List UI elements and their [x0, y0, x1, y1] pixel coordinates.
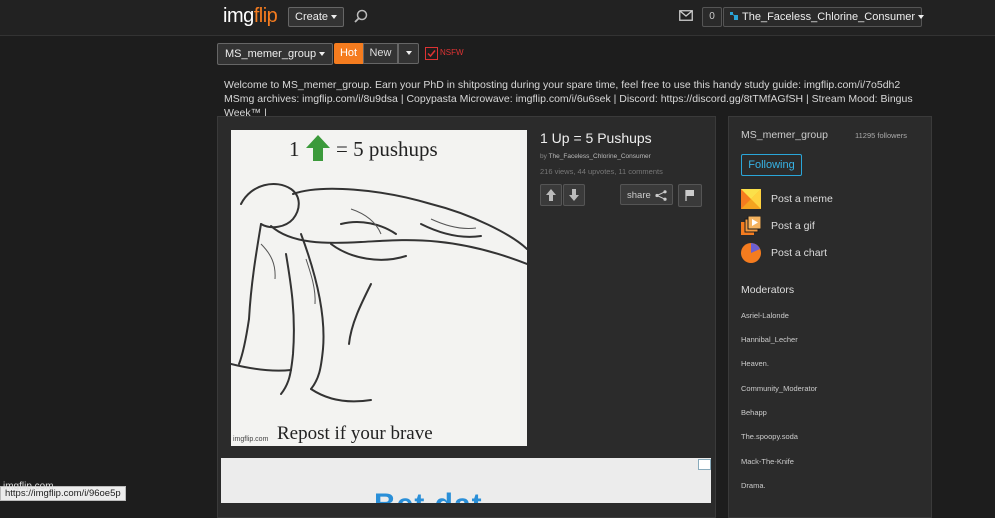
moderator-link[interactable]: Heaven. — [741, 359, 769, 368]
nsfw-checkbox[interactable] — [425, 47, 438, 60]
search-icon[interactable] — [354, 9, 368, 23]
post-author-line: by The_Faceless_Chlorine_Consumer — [540, 153, 651, 160]
moderator-link[interactable]: Community_Moderator — [741, 384, 817, 393]
by-prefix: by — [540, 153, 547, 160]
caret-down-icon — [918, 15, 925, 20]
user-icon — [730, 12, 738, 20]
caret-down-icon — [319, 52, 326, 57]
moderator-link[interactable]: Mack-The-Knife — [741, 457, 794, 466]
stream-select-label: MS_memer_group — [225, 48, 317, 60]
post-meme-label: Post a meme — [771, 193, 833, 205]
stream-description: Welcome to MS_memer_group. Earn your PhD… — [224, 79, 913, 119]
following-button[interactable]: Following — [741, 154, 802, 176]
moderators-heading: Moderators — [741, 284, 795, 296]
downvote-icon — [569, 189, 579, 201]
pushup-drawing — [231, 183, 527, 403]
gif-icon — [741, 216, 761, 235]
create-label: Create — [295, 11, 329, 23]
follower-count: 11295 followers — [855, 131, 907, 140]
logo-main: img — [223, 5, 254, 27]
upvote-button[interactable] — [540, 184, 562, 206]
username: The_Faceless_Chlorine_Consumer — [742, 11, 916, 23]
logo-accent: flip — [253, 5, 278, 27]
chart-icon — [741, 243, 761, 263]
create-button[interactable]: Create — [288, 7, 345, 27]
share-label: share — [627, 190, 651, 201]
upvote-arrow-icon — [305, 135, 330, 161]
moderator-link[interactable]: Asriel-Lalonde — [741, 311, 789, 320]
post-stats: 216 views, 44 upvotes, 11 comments — [540, 167, 663, 176]
notification-count[interactable]: 0 — [702, 7, 722, 27]
downvote-button[interactable] — [563, 184, 585, 206]
caret-down-icon — [405, 50, 412, 55]
moderator-link[interactable]: Drama. — [741, 481, 766, 490]
status-overlay-text: imgflip.com — [3, 481, 54, 492]
user-menu[interactable]: The_Faceless_Chlorine_Consumer — [723, 7, 925, 27]
moderator-link[interactable]: Behapp — [741, 408, 767, 417]
sort-dropdown[interactable] — [398, 43, 419, 64]
moderator-link[interactable]: The.spoopy.soda — [741, 432, 798, 441]
share-icon — [655, 190, 667, 201]
sidebar-stream-name[interactable]: MS_memer_group — [741, 129, 828, 141]
advertisement[interactable]: Bet dat... — [221, 458, 711, 503]
sort-hot-button[interactable]: Hot — [334, 43, 363, 64]
sort-new-button[interactable]: New — [363, 43, 398, 64]
nsfw-label[interactable]: NSFW — [440, 48, 464, 57]
ad-choices-icon[interactable] — [698, 459, 711, 470]
caret-down-icon — [331, 15, 338, 20]
meme-watermark: imgflip.com — [233, 436, 269, 443]
stream-select[interactable]: MS_memer_group — [217, 43, 334, 65]
upvote-icon — [546, 189, 556, 201]
post-author[interactable]: The_Faceless_Chlorine_Consumer — [549, 153, 651, 160]
flag-icon — [685, 190, 694, 201]
moderator-link[interactable]: Hannibal_Lecher — [741, 335, 798, 344]
top-navbar: imgflip Create 0 The_Faceless_Chlorine_C… — [0, 0, 995, 36]
meme-top-suffix: = 5 pushups — [336, 137, 438, 161]
post-gif-label: Post a gif — [771, 220, 815, 232]
ad-text: Bet dat... — [374, 488, 511, 503]
post-title[interactable]: 1 Up = 5 Pushups — [540, 130, 652, 146]
checkmark-icon — [427, 50, 436, 58]
meme-bottom-caption: Repost if your brave — [277, 423, 433, 444]
meme-icon — [741, 189, 761, 209]
post-chart-label: Post a chart — [771, 247, 828, 259]
mail-icon[interactable] — [679, 10, 693, 21]
share-button[interactable]: share — [620, 184, 673, 205]
imgflip-logo[interactable]: imgflip — [223, 5, 278, 28]
flag-button[interactable] — [678, 184, 702, 207]
meme-top-caption: 1 = 5 pushups — [289, 134, 438, 162]
meme-image[interactable]: 1 = 5 pushups Repost if your brave imgfl… — [231, 130, 527, 446]
meme-top-prefix: 1 — [289, 137, 300, 161]
